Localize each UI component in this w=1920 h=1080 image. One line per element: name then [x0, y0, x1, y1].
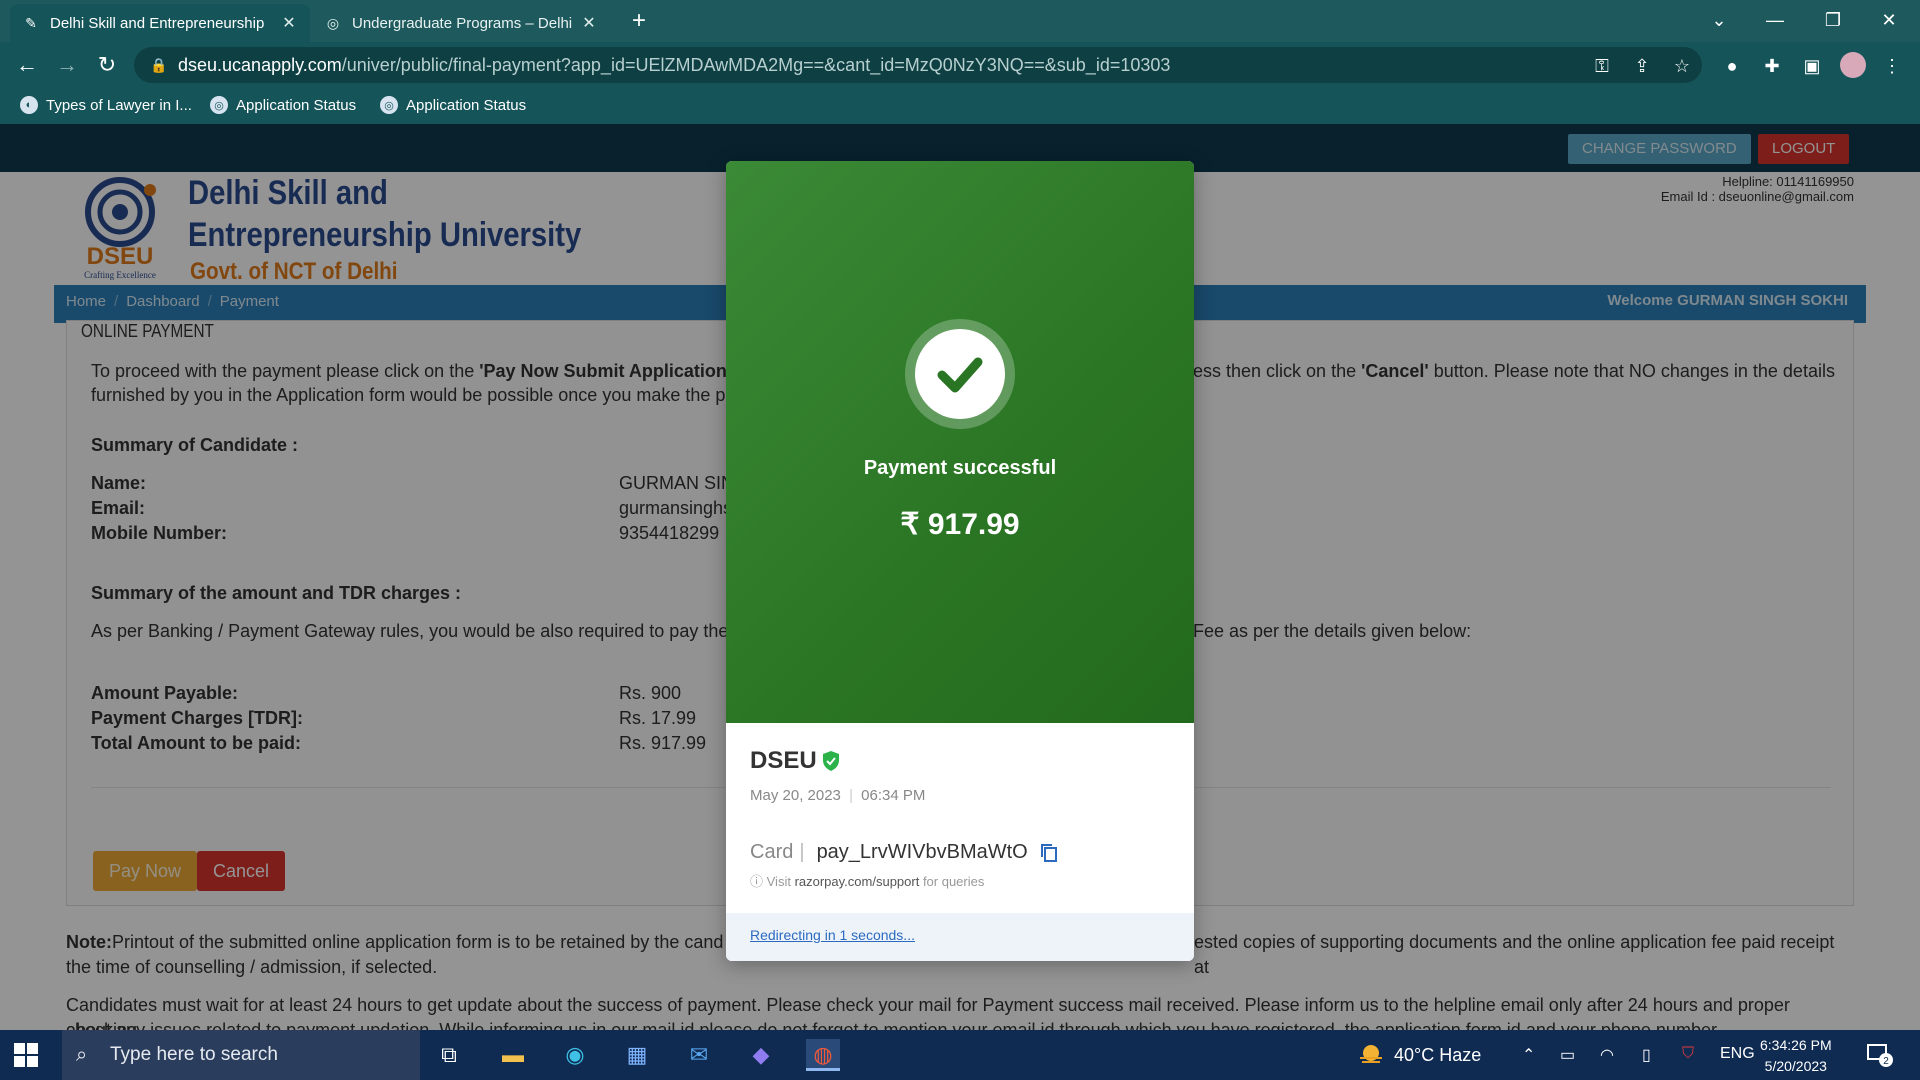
sidepanel-icon[interactable]: ▣	[1800, 55, 1824, 77]
task-view-icon[interactable]: ⧉	[432, 1039, 466, 1071]
taskbar-search-input[interactable]: ⌕ Type here to search	[62, 1030, 420, 1080]
menu-kebab-icon[interactable]: ⋮	[1880, 55, 1904, 77]
payment-method: Card	[750, 841, 794, 863]
svg-text:2: 2	[1883, 1056, 1889, 1067]
success-banner: Payment successful ₹ 917.99	[726, 161, 1194, 723]
payment-success-modal: Payment successful ₹ 917.99 DSEU May 20,…	[726, 161, 1194, 961]
system-clock[interactable]: 6:34:26 PM 5/20/2023	[1760, 1035, 1832, 1077]
device-icon[interactable]: ▯	[1642, 1045, 1651, 1065]
success-check-icon	[905, 319, 1015, 429]
wifi-icon[interactable]: ◠	[1600, 1045, 1614, 1065]
bookmark-label: Application Status	[236, 96, 357, 114]
bookmark-label: Types of Lawyer in I...	[46, 96, 192, 114]
bookmark-favicon-icon: ◐	[20, 96, 38, 114]
chrome-icon[interactable]: ◍	[806, 1039, 840, 1071]
payment-datetime: May 20, 2023 | 06:34 PM	[750, 787, 926, 804]
payment-time: 06:34 PM	[861, 787, 926, 804]
redirect-footer: Redirecting in 1 seconds...	[726, 913, 1194, 961]
tab-undergraduate[interactable]: ◎ Undergraduate Programs – Delhi ✕	[312, 4, 610, 42]
share-icon[interactable]: ⇪	[1630, 55, 1654, 77]
payment-id: pay_LrvWIVbvBMaWtO	[816, 841, 1028, 863]
tab-dseu[interactable]: ✎ Delhi Skill and Entrepreneurship ✕	[10, 4, 310, 42]
clock-date: 5/20/2023	[1764, 1058, 1827, 1074]
edge-icon[interactable]: ◉	[558, 1039, 592, 1071]
back-arrow-icon[interactable]: ←	[12, 50, 42, 80]
language-indicator[interactable]: ENG	[1720, 1045, 1755, 1063]
reload-icon[interactable]: ↻	[92, 50, 122, 80]
payment-date: May 20, 2023	[750, 787, 841, 804]
minimize-button[interactable]: —	[1752, 0, 1798, 40]
profile-avatar[interactable]	[1840, 52, 1866, 78]
weather-text: 40°C Haze	[1394, 1044, 1482, 1065]
browser-toolbar: ← → ↻ 🔒 dseu.ucanapply.com/univer/public…	[0, 42, 1920, 88]
battery-icon[interactable]: ▭	[1560, 1045, 1575, 1065]
tab-title: Delhi Skill and Entrepreneurship	[50, 14, 265, 32]
bookmark-item[interactable]: ◎ Application Status	[210, 96, 356, 114]
info-icon: ⓘ	[750, 874, 767, 889]
extension-a-icon[interactable]: ●	[1720, 55, 1744, 77]
verified-shield-icon	[822, 751, 839, 771]
bookmark-label: Application Status	[406, 96, 527, 114]
lock-icon: 🔒	[150, 57, 168, 73]
windows-start-icon[interactable]	[14, 1043, 38, 1067]
store-icon[interactable]: ▦	[620, 1039, 654, 1071]
payment-amount: ₹ 917.99	[900, 508, 1020, 541]
search-icon: ⌕	[76, 1044, 88, 1066]
clock-time: 6:34:26 PM	[1760, 1037, 1832, 1053]
close-icon[interactable]: ✕	[580, 13, 598, 33]
bookmarks-bar: ◐ Types of Lawyer in I... ◎ Application …	[0, 88, 1920, 124]
star-icon[interactable]: ☆	[1670, 55, 1694, 77]
tab-search-icon[interactable]: ⌄	[1696, 0, 1742, 40]
tab-strip: ✎ Delhi Skill and Entrepreneurship ✕ ◎ U…	[0, 0, 1920, 42]
merchant-name: DSEU	[750, 747, 841, 775]
windows-taskbar: ⌕ Type here to search ⧉ ▬ ◉ ▦ ✉ ◆ ◍ 40°C…	[0, 1030, 1920, 1080]
close-window-button[interactable]: ✕	[1866, 0, 1912, 40]
bookmark-item[interactable]: ◎ Application Status	[380, 96, 526, 114]
mail-icon[interactable]: ✉	[682, 1039, 716, 1071]
search-placeholder: Type here to search	[110, 1044, 278, 1065]
forward-arrow-icon[interactable]: →	[52, 50, 82, 80]
notification-icon[interactable]: 2	[1866, 1042, 1894, 1068]
tab-title: Undergraduate Programs – Delhi	[352, 14, 573, 32]
new-tab-button[interactable]: +	[624, 6, 654, 36]
chevron-up-icon[interactable]: ⌃	[1522, 1045, 1535, 1065]
restore-button[interactable]: ❐	[1810, 0, 1856, 40]
url-host: dseu.ucanapply.com	[178, 55, 342, 75]
haze-weather-icon	[1360, 1045, 1382, 1063]
support-link[interactable]: razorpay.com/support	[795, 874, 920, 889]
key-icon[interactable]: ⚿	[1590, 55, 1614, 77]
payment-status: Payment successful	[863, 457, 1057, 479]
pen-icon: ✎	[25, 14, 37, 31]
bookmark-item[interactable]: ◐ Types of Lawyer in I...	[20, 96, 192, 114]
puzzle-icon[interactable]: ✚	[1760, 55, 1784, 77]
address-bar[interactable]: 🔒 dseu.ucanapply.com/univer/public/final…	[134, 47, 1702, 83]
redirect-link[interactable]: Redirecting in 1 seconds...	[750, 927, 915, 943]
dseu-favicon-icon: ◎	[326, 14, 340, 31]
url-path: /univer/public/final-payment?app_id=UElZ…	[341, 55, 1171, 75]
bookmark-favicon-icon: ◎	[210, 96, 228, 114]
app-icon[interactable]: ◆	[744, 1039, 778, 1071]
file-explorer-icon[interactable]: ▬	[496, 1039, 530, 1071]
payment-method-row: Card | pay_LrvWIVbvBMaWtO	[750, 841, 1058, 864]
merchant-label: DSEU	[750, 747, 817, 774]
copy-icon[interactable]	[1040, 843, 1058, 863]
weather-widget[interactable]: 40°C Haze	[1358, 1043, 1481, 1067]
close-icon[interactable]: ✕	[280, 13, 298, 33]
security-shield-icon[interactable]: ⛉	[1682, 1045, 1694, 1063]
bookmark-favicon-icon: ◎	[380, 96, 398, 114]
support-text: ⓘ Visit razorpay.com/support for queries	[750, 874, 985, 889]
